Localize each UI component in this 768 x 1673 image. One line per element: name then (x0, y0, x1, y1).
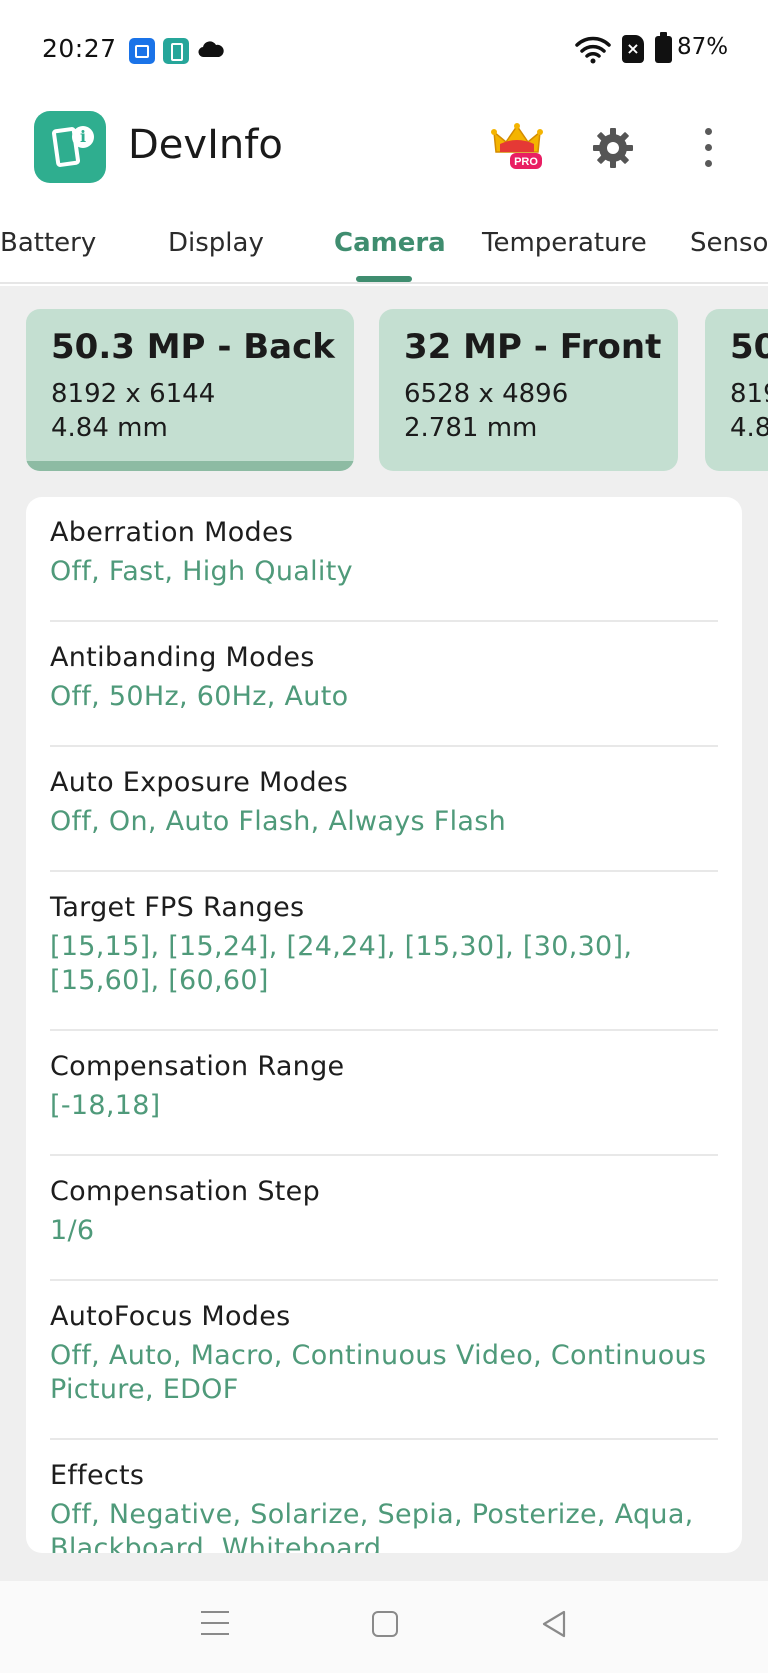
system-navigation-bar (0, 1581, 768, 1673)
property-row-auto-exposure-modes: Auto Exposure Modes Off, On, Auto Flash,… (50, 747, 718, 872)
property-value: [-18,18] (50, 1090, 161, 1121)
app-notification-icon (163, 38, 189, 64)
property-label: Aberration Modes (50, 517, 294, 548)
no-sim-icon: × (622, 35, 644, 63)
property-label: Compensation Range (50, 1051, 345, 1082)
app-logo-icon: i (34, 111, 106, 183)
camera-resolution: 6528 x 4896 (404, 379, 569, 409)
camera-resolution: 8192 x 6144 (51, 379, 216, 409)
property-value: [15,15], [15,24], [24,24], [15,30], [30,… (50, 931, 633, 996)
camera-title: 32 MP - Front (404, 327, 662, 367)
cloud-icon (198, 41, 224, 58)
property-value: Off, On, Auto Flash, Always Flash (50, 806, 507, 837)
camera-focal-length: 2.781 mm (404, 413, 538, 443)
tab-indicator (356, 276, 412, 282)
tab-camera[interactable]: Camera (334, 228, 446, 258)
tab-sensors[interactable]: Senso (690, 228, 768, 258)
property-label: Antibanding Modes (50, 642, 315, 673)
property-label: Compensation Step (50, 1176, 321, 1207)
property-value: 1/6 (50, 1215, 95, 1246)
menu-icon[interactable] (201, 1611, 229, 1635)
property-label: Auto Exposure Modes (50, 767, 349, 798)
app-title: DevInfo (128, 122, 283, 168)
gear-icon[interactable] (591, 126, 635, 170)
wifi-icon (575, 36, 611, 64)
property-row-autofocus-modes: AutoFocus Modes Off, Auto, Macro, Contin… (50, 1281, 718, 1440)
camera-focal-length: 4.84 mm (51, 413, 168, 443)
selected-indicator (26, 461, 354, 471)
camera-focal-length: 4.8 (730, 413, 768, 443)
property-label: AutoFocus Modes (50, 1301, 291, 1332)
property-row-target-fps-ranges: Target FPS Ranges [15,15], [15,24], [24,… (50, 872, 718, 1031)
more-vert-icon[interactable] (703, 128, 713, 168)
camera-properties-card: Aberration Modes Off, Fast, High Quality… (26, 497, 742, 1553)
camera-card-back[interactable]: 50.3 MP - Back 8192 x 6144 4.84 mm (26, 309, 354, 471)
battery-percentage: 87% (677, 34, 729, 60)
pro-badge-label: PRO (514, 156, 538, 168)
status-time: 20:27 (42, 34, 117, 63)
property-value: Off, 50Hz, 60Hz, Auto (50, 681, 349, 712)
property-row-aberration-modes: Aberration Modes Off, Fast, High Quality (50, 497, 718, 622)
camera-resolution: 819 (730, 379, 768, 409)
camera-title: 50.3 MP - Back (51, 327, 335, 367)
screen: 20:27 × 87% i DevInfo PRO Battery Displa… (0, 0, 768, 1673)
tab-display[interactable]: Display (168, 228, 264, 258)
property-row-compensation-step: Compensation Step 1/6 (50, 1156, 718, 1281)
property-label: Effects (50, 1460, 145, 1491)
property-label: Target FPS Ranges (50, 892, 305, 923)
app-bar: i DevInfo PRO (0, 100, 768, 200)
property-value: Off, Fast, High Quality (50, 556, 353, 587)
property-row-effects: Effects Off, Negative, Solarize, Sepia, … (50, 1440, 718, 1553)
camera-title: 50 (730, 327, 768, 367)
pro-crown-icon[interactable]: PRO (490, 122, 544, 172)
tab-battery[interactable]: Battery (0, 228, 96, 258)
property-row-antibanding-modes: Antibanding Modes Off, 50Hz, 60Hz, Auto (50, 622, 718, 747)
property-value: Off, Negative, Solarize, Sepia, Posteriz… (50, 1499, 694, 1553)
camera-card-front[interactable]: 32 MP - Front 6528 x 4896 2.781 mm (379, 309, 678, 471)
tab-temperature[interactable]: Temperature (482, 228, 647, 258)
tab-bar: Battery Display Camera Temperature Senso (0, 200, 768, 284)
home-icon[interactable] (372, 1611, 398, 1637)
property-value: Off, Auto, Macro, Continuous Video, Cont… (50, 1340, 707, 1405)
status-bar: 20:27 × 87% (0, 0, 768, 100)
camera-card-third[interactable]: 50 819 4.8 (705, 309, 768, 471)
battery-icon (655, 32, 672, 63)
back-icon[interactable] (540, 1609, 568, 1639)
camera-content: 50.3 MP - Back 8192 x 6144 4.84 mm 32 MP… (0, 286, 768, 1581)
property-row-compensation-range: Compensation Range [-18,18] (50, 1031, 718, 1156)
app-notification-icon (129, 38, 155, 64)
